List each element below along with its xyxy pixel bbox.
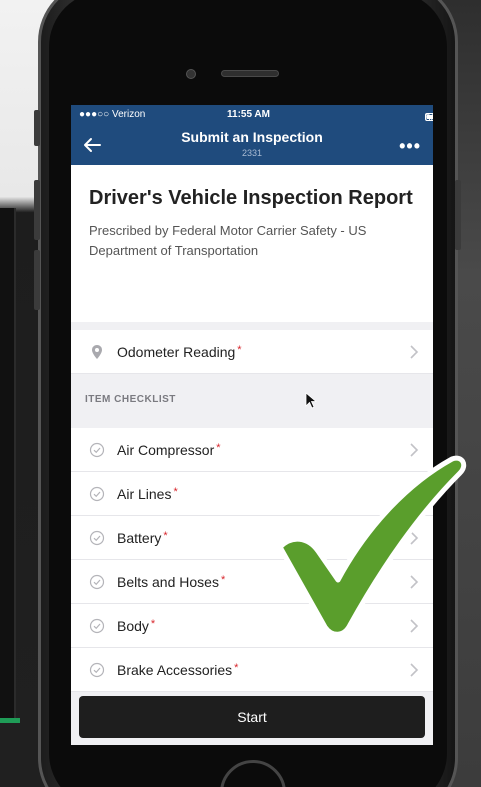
mute-switch [34,110,40,146]
background-accent [0,718,20,723]
required-marker: * [220,573,226,586]
check-circle-icon [89,486,105,501]
clock: 11:55 AM [227,109,270,120]
checkmark-overlay-icon [277,455,467,637]
checklist-item-label: Air Compressor * [117,441,221,458]
app-screen: ●●●○○ Verizon 11:55 AM 86% Submit an Ins… [71,105,433,745]
carrier-label: ●●●○○ Verizon [79,109,146,120]
required-marker: * [173,485,178,498]
check-circle-icon [89,662,105,677]
volume-down-button [34,250,40,310]
odometer-row[interactable]: Odometer Reading * [71,330,433,374]
checklist-item-label: Battery * [117,529,168,546]
checklist-item[interactable]: Brake Accessories * [71,648,433,692]
required-marker: * [237,343,242,356]
front-camera [186,69,196,79]
background-monitor [0,208,16,723]
checklist-header: ITEM CHECKLIST [71,374,433,428]
status-bar: ●●●○○ Verizon 11:55 AM 86% [71,105,433,125]
odometer-label: Odometer Reading * [117,343,242,360]
required-marker: * [163,529,168,542]
required-marker: * [216,441,221,454]
required-marker: * [234,661,239,674]
chevron-right-icon [410,663,419,677]
checklist-item-label: Brake Accessories * [117,661,239,678]
chevron-right-icon [410,345,419,359]
page-subtitle: 2331 [241,148,263,158]
check-circle-icon [89,574,105,589]
checklist-item-label: Air Lines * [117,485,178,502]
page-title: Submit an Inspection [181,129,323,145]
mouse-cursor-icon [305,392,317,409]
power-button [455,180,461,250]
navigation-bar: Submit an Inspection 2331 ••• [71,125,433,165]
report-description: Prescribed by Federal Motor Carrier Safe… [89,223,367,258]
checklist-item-label: Belts and Hoses * [117,573,226,590]
battery-icon [425,113,433,121]
report-header: Driver's Vehicle Inspection Report Presc… [71,165,433,322]
earpiece-speaker [221,70,279,77]
report-title: Driver's Vehicle Inspection Report [89,187,413,209]
required-marker: * [150,617,156,630]
check-circle-icon [89,530,105,545]
more-menu-button[interactable]: ••• [399,136,421,157]
location-pin-icon [92,344,102,359]
check-circle-icon [89,618,105,633]
checklist-item-label: Body * [117,617,156,634]
check-circle-icon [89,442,105,457]
start-button[interactable]: Start [79,696,425,738]
section-gap [71,322,433,330]
volume-up-button [34,180,40,240]
